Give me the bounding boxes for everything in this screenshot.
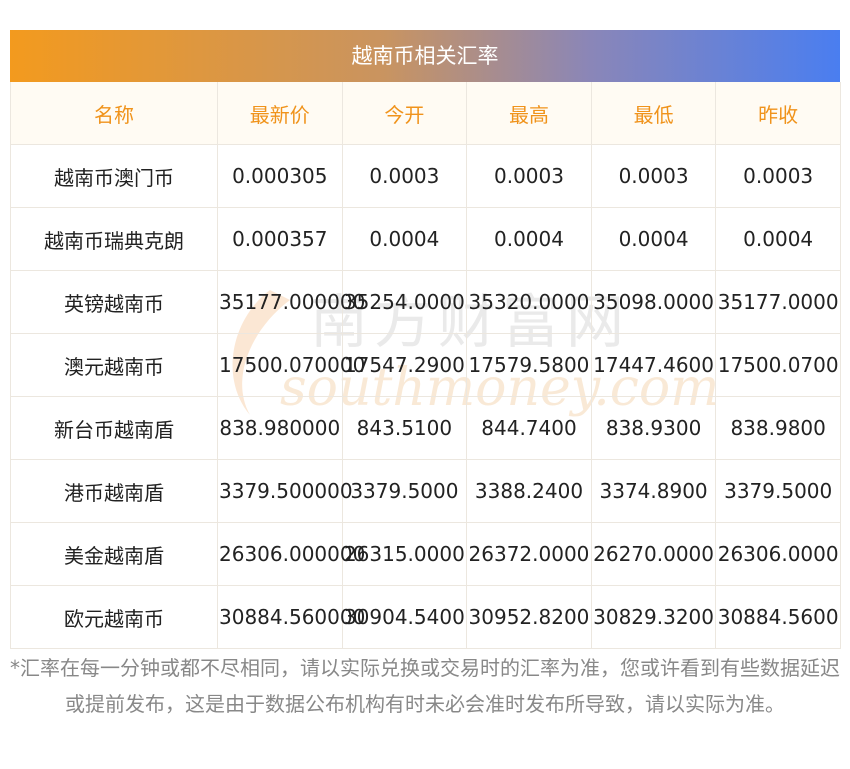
cell-prev-close: 0.0003 bbox=[715, 144, 841, 208]
cell-high: 3388.2400 bbox=[466, 459, 592, 523]
column-header-prev-close: 昨收 bbox=[715, 82, 841, 145]
cell-name: 美金越南盾 bbox=[10, 522, 218, 586]
cell-latest: 35177.000000 bbox=[217, 270, 365, 334]
cell-low: 17447.4600 bbox=[590, 333, 717, 397]
cell-open: 3379.5000 bbox=[341, 459, 468, 523]
rates-table: 名称 最新价 今开 最高 最低 昨收 越南币澳门币 0.000305 0.000… bbox=[10, 82, 841, 649]
column-header-low: 最低 bbox=[590, 82, 717, 145]
cell-prev-close: 26306.0000 bbox=[715, 522, 841, 586]
cell-latest: 26306.000000 bbox=[217, 522, 365, 586]
cell-prev-close: 30884.5600 bbox=[715, 585, 841, 649]
table-row: 新台币越南盾 838.980000 843.5100 844.7400 838.… bbox=[10, 396, 841, 460]
column-header-open: 今开 bbox=[341, 82, 468, 145]
cell-latest: 30884.560000 bbox=[217, 585, 365, 649]
cell-name: 欧元越南币 bbox=[10, 585, 218, 649]
table-row: 港币越南盾 3379.500000 3379.5000 3388.2400 33… bbox=[10, 459, 841, 523]
cell-high: 844.7400 bbox=[466, 396, 592, 460]
cell-high: 0.0004 bbox=[466, 207, 592, 271]
cell-low: 0.0004 bbox=[590, 207, 717, 271]
table-row: 欧元越南币 30884.560000 30904.5400 30952.8200… bbox=[10, 585, 841, 649]
cell-low: 35098.0000 bbox=[590, 270, 717, 334]
cell-name: 港币越南盾 bbox=[10, 459, 218, 523]
cell-latest: 17500.070000 bbox=[217, 333, 365, 397]
cell-high: 26372.0000 bbox=[466, 522, 592, 586]
table-row: 英镑越南币 35177.000000 35254.0000 35320.0000… bbox=[10, 270, 841, 334]
cell-prev-close: 35177.0000 bbox=[715, 270, 841, 334]
table-row: 美金越南盾 26306.000000 26315.0000 26372.0000… bbox=[10, 522, 841, 586]
cell-latest: 0.000357 bbox=[217, 207, 343, 271]
cell-name: 英镑越南币 bbox=[10, 270, 218, 334]
column-header-name: 名称 bbox=[10, 82, 218, 145]
cell-low: 26270.0000 bbox=[590, 522, 717, 586]
cell-high: 0.0003 bbox=[466, 144, 592, 208]
cell-name: 新台币越南盾 bbox=[10, 396, 218, 460]
cell-name: 越南币澳门币 bbox=[10, 144, 218, 208]
cell-high: 30952.8200 bbox=[466, 585, 592, 649]
disclaimer-footnote: *汇率在每一分钟或都不尽相同，请以实际兑换或交易时的汇率为准，您或许看到有些数据… bbox=[10, 656, 840, 716]
cell-low: 0.0003 bbox=[590, 144, 717, 208]
cell-open: 26315.0000 bbox=[341, 522, 468, 586]
cell-prev-close: 0.0004 bbox=[715, 207, 841, 271]
cell-name: 澳元越南币 bbox=[10, 333, 218, 397]
cell-prev-close: 838.9800 bbox=[715, 396, 841, 460]
cell-low: 3374.8900 bbox=[590, 459, 717, 523]
cell-latest: 0.000305 bbox=[217, 144, 343, 208]
table-header-row: 名称 最新价 今开 最高 最低 昨收 bbox=[10, 82, 841, 145]
cell-open: 843.5100 bbox=[341, 396, 468, 460]
cell-high: 35320.0000 bbox=[466, 270, 592, 334]
cell-open: 30904.5400 bbox=[341, 585, 468, 649]
cell-open: 0.0003 bbox=[341, 144, 468, 208]
cell-open: 35254.0000 bbox=[341, 270, 468, 334]
column-header-latest: 最新价 bbox=[217, 82, 343, 145]
cell-high: 17579.5800 bbox=[466, 333, 592, 397]
cell-latest: 838.980000 bbox=[217, 396, 343, 460]
cell-latest: 3379.500000 bbox=[217, 459, 353, 523]
table-row: 越南币澳门币 0.000305 0.0003 0.0003 0.0003 0.0… bbox=[10, 144, 841, 208]
table-row: 澳元越南币 17500.070000 17547.2900 17579.5800… bbox=[10, 333, 841, 397]
cell-prev-close: 17500.0700 bbox=[715, 333, 841, 397]
cell-open: 0.0004 bbox=[341, 207, 468, 271]
cell-low: 838.9300 bbox=[590, 396, 717, 460]
page-title: 越南币相关汇率 bbox=[10, 30, 840, 82]
cell-low: 30829.3200 bbox=[590, 585, 717, 649]
column-header-high: 最高 bbox=[466, 82, 592, 145]
table-row: 越南币瑞典克朗 0.000357 0.0004 0.0004 0.0004 0.… bbox=[10, 207, 841, 271]
cell-name: 越南币瑞典克朗 bbox=[10, 207, 218, 271]
cell-open: 17547.2900 bbox=[341, 333, 468, 397]
cell-prev-close: 3379.5000 bbox=[715, 459, 841, 523]
